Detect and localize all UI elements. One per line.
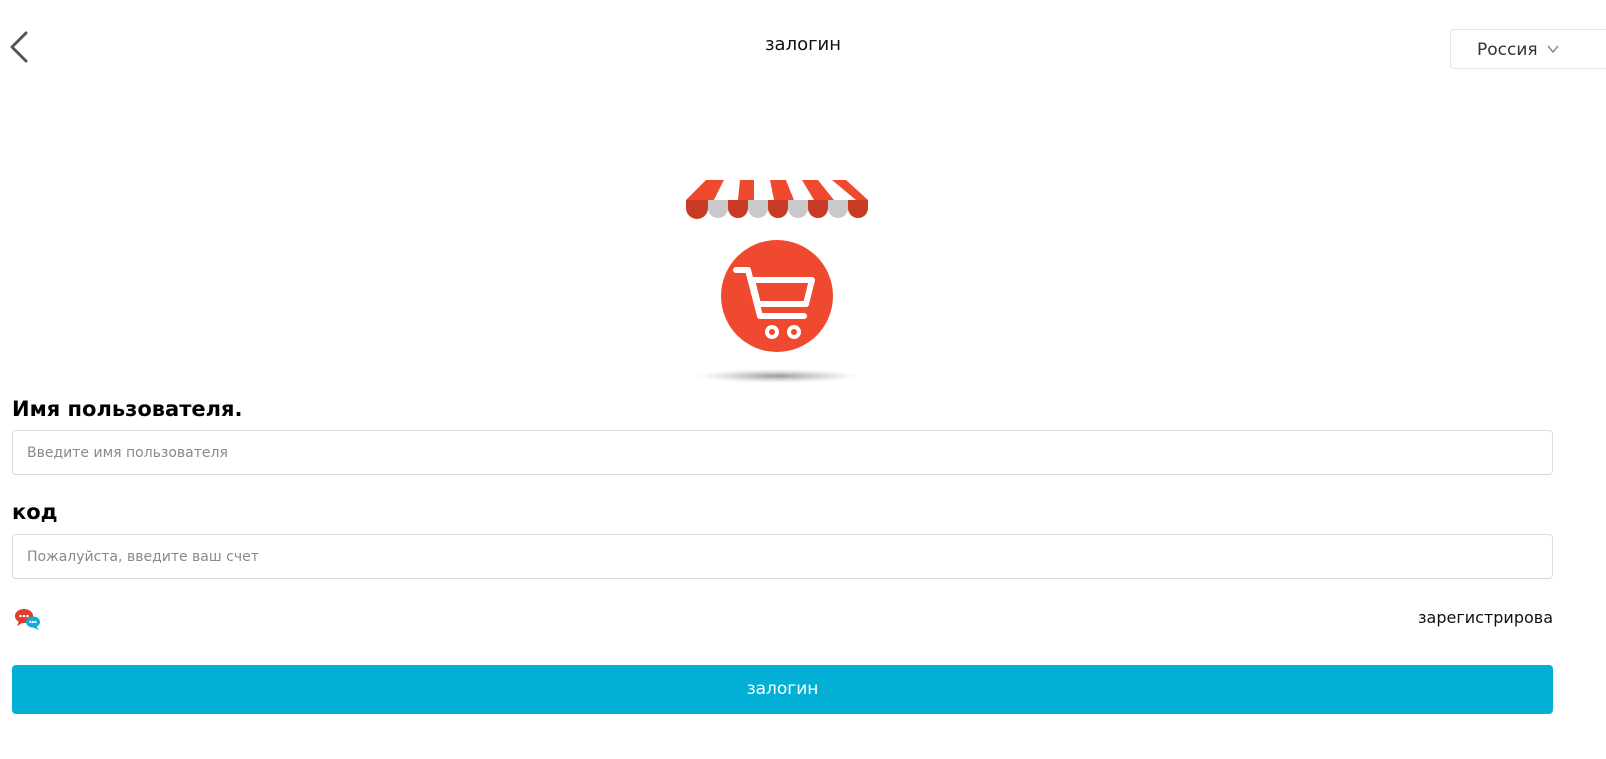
- awning-icon: [686, 180, 868, 219]
- code-label: код: [12, 500, 58, 524]
- language-select[interactable]: Россия: [1450, 29, 1606, 69]
- login-page: залогин Россия Имя пользователя. Введите…: [0, 0, 1606, 759]
- username-label: Имя пользователя.: [12, 397, 243, 421]
- chevron-down-icon: [1547, 45, 1559, 54]
- login-button[interactable]: залогин: [12, 665, 1553, 714]
- code-input[interactable]: [12, 534, 1553, 579]
- register-link[interactable]: зарегистрирова: [1418, 608, 1553, 627]
- username-input[interactable]: [12, 430, 1553, 475]
- page-title: залогин: [764, 34, 842, 55]
- shop-cart-logo: [686, 180, 868, 383]
- language-selected-value: Россия: [1477, 40, 1538, 60]
- chat-bubbles-icon[interactable]: [14, 607, 42, 631]
